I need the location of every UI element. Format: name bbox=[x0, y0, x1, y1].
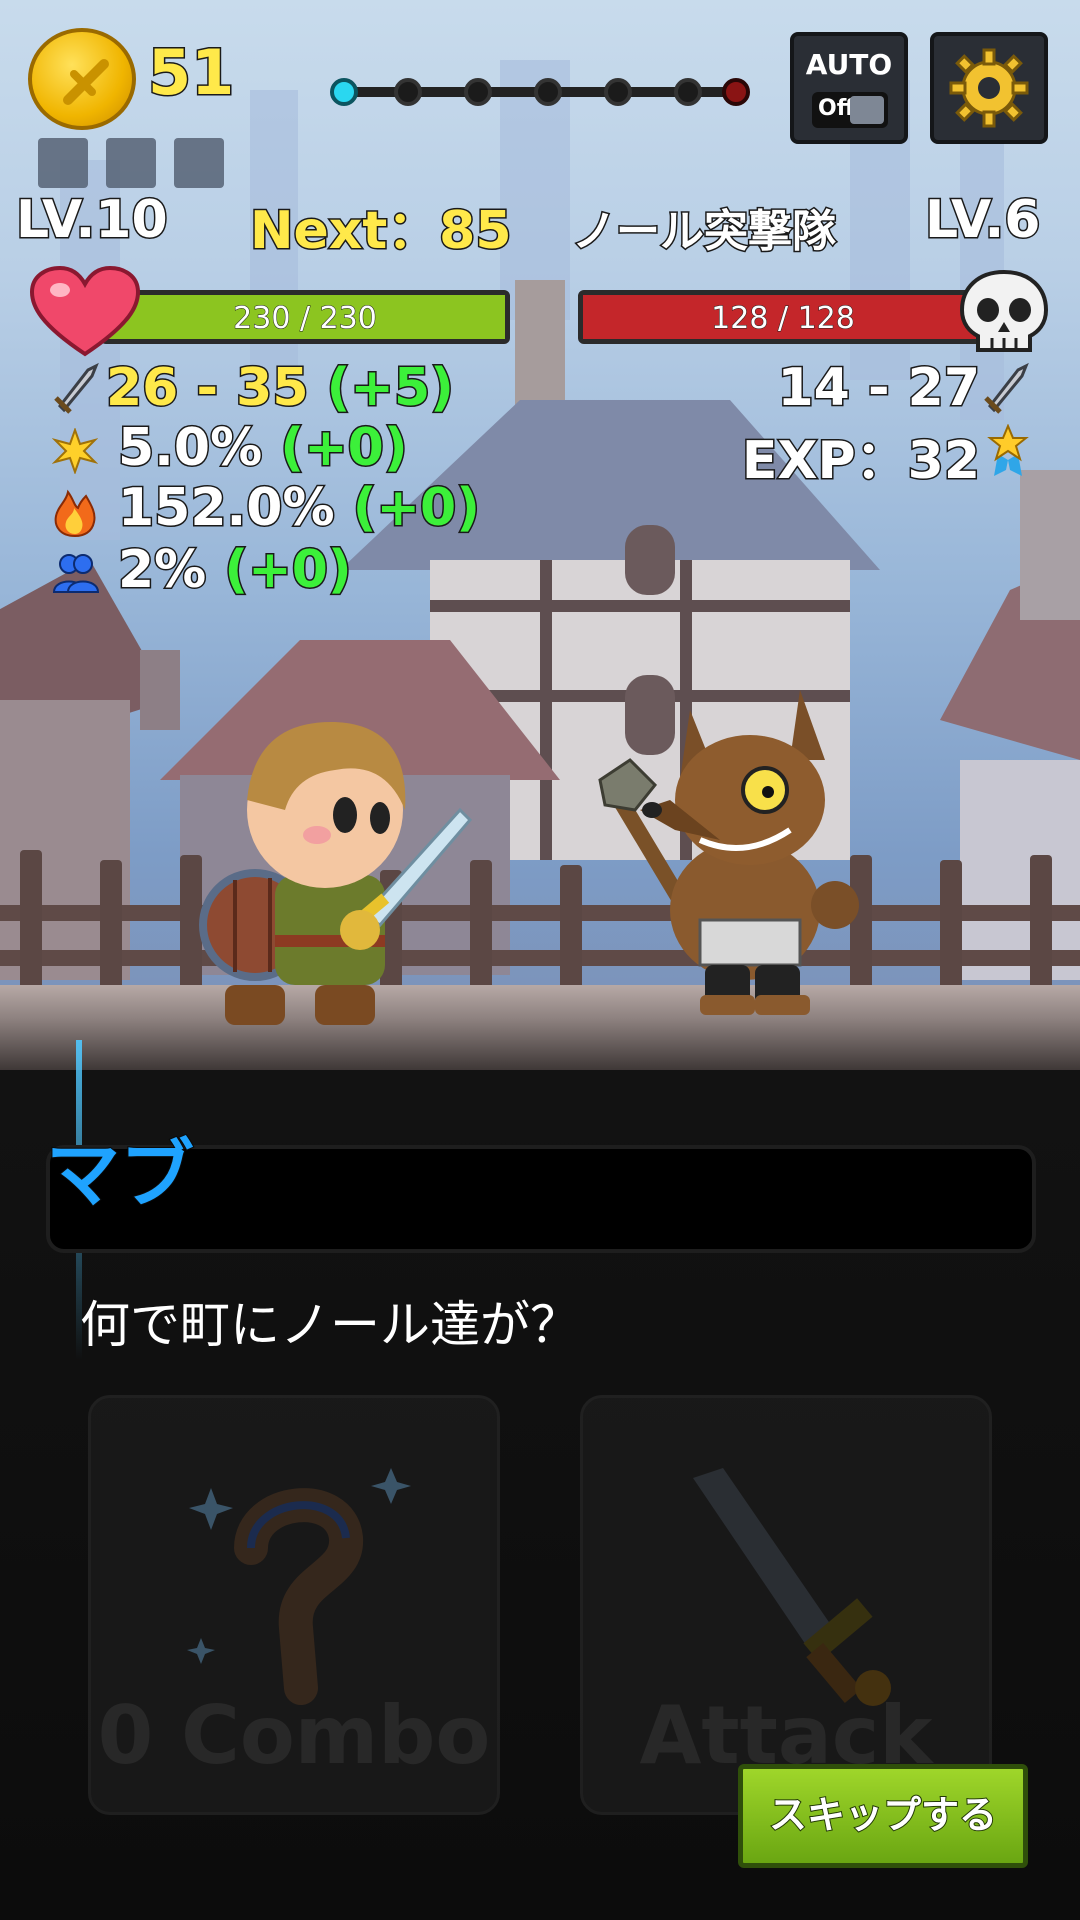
skip-button[interactable]: スキップする bbox=[738, 1764, 1028, 1868]
player-hp-bar: 230 / 230 bbox=[100, 290, 510, 344]
combo-card[interactable]: 0 Combo bbox=[88, 1395, 500, 1815]
enemy-attack: 14 - 27 bbox=[776, 357, 982, 420]
auto-toggle-button[interactable]: AUTO Off bbox=[790, 32, 908, 144]
buff-slot-1 bbox=[38, 138, 88, 188]
sword-icon bbox=[54, 362, 99, 414]
extra-bonus: (+0) bbox=[223, 539, 353, 602]
gold-coin-icon bbox=[28, 28, 136, 130]
party-icon bbox=[52, 554, 100, 593]
next-exp: Next：85 bbox=[249, 200, 514, 263]
extra-value: 2% bbox=[116, 539, 207, 602]
auto-switch[interactable]: Off bbox=[812, 92, 888, 128]
enemy-level: LV.6 bbox=[923, 189, 1041, 252]
crit-star-icon bbox=[52, 428, 98, 474]
enemy-hp-text: 128 / 128 bbox=[711, 301, 856, 337]
player-attack-bonus: (+5) bbox=[325, 357, 455, 420]
attack-card[interactable]: Attack bbox=[580, 1395, 992, 1815]
stage-node bbox=[674, 78, 702, 106]
crit-damage-bonus: (+0) bbox=[351, 477, 481, 540]
enemy-exp: EXP：32 bbox=[740, 430, 981, 493]
exp-medal-icon bbox=[987, 424, 1029, 476]
combo-icon bbox=[187, 1468, 411, 1705]
auto-label: AUTO bbox=[805, 48, 893, 81]
buff-slot-2 bbox=[106, 138, 156, 188]
fire-icon bbox=[54, 489, 96, 538]
crit-rate-value: 5.0% bbox=[116, 417, 263, 480]
stage-node-current bbox=[330, 78, 358, 106]
stage-node bbox=[604, 78, 632, 106]
stage-node bbox=[464, 78, 492, 106]
speaker-name-box bbox=[46, 1145, 1036, 1253]
skull-icon bbox=[959, 269, 1049, 352]
enemy-name: ノール突撃隊 bbox=[571, 205, 838, 259]
combo-label: 0 Combo bbox=[97, 1689, 491, 1782]
player-crit-rate: 5.0% (+0) bbox=[116, 417, 409, 480]
stage-progress bbox=[330, 74, 750, 110]
settings-button[interactable] bbox=[930, 32, 1048, 144]
buff-slot-3 bbox=[174, 138, 224, 188]
player-attack-value: 26 - 35 bbox=[105, 357, 311, 420]
player-hp-text: 230 / 230 bbox=[233, 301, 378, 337]
player-crit-damage: 152.0% (+0) bbox=[117, 477, 482, 540]
player-attack: 26 - 35 (+5) bbox=[105, 357, 456, 420]
stage-node bbox=[394, 78, 422, 106]
enemy-gnoll[interactable] bbox=[560, 690, 880, 1020]
player-level: LV.10 bbox=[15, 189, 170, 252]
hero-character[interactable] bbox=[185, 700, 485, 1030]
gear-icon bbox=[949, 48, 1029, 128]
gold-count: 51 bbox=[146, 35, 235, 111]
crit-damage-value: 152.0% bbox=[117, 477, 337, 540]
stage-node-boss bbox=[722, 78, 750, 106]
crit-rate-bonus: (+0) bbox=[279, 417, 409, 480]
player-extra-stat: 2% (+0) bbox=[116, 539, 353, 602]
speaker-name: マブ bbox=[45, 1131, 195, 1219]
heart-icon bbox=[30, 266, 140, 357]
sword-icon bbox=[984, 362, 1029, 414]
enemy-hp-bar: 128 / 128 bbox=[578, 290, 988, 344]
dialog-text: 何で町にノール達が？ bbox=[80, 1296, 580, 1354]
stage-node bbox=[534, 78, 562, 106]
ground bbox=[0, 985, 1080, 1070]
